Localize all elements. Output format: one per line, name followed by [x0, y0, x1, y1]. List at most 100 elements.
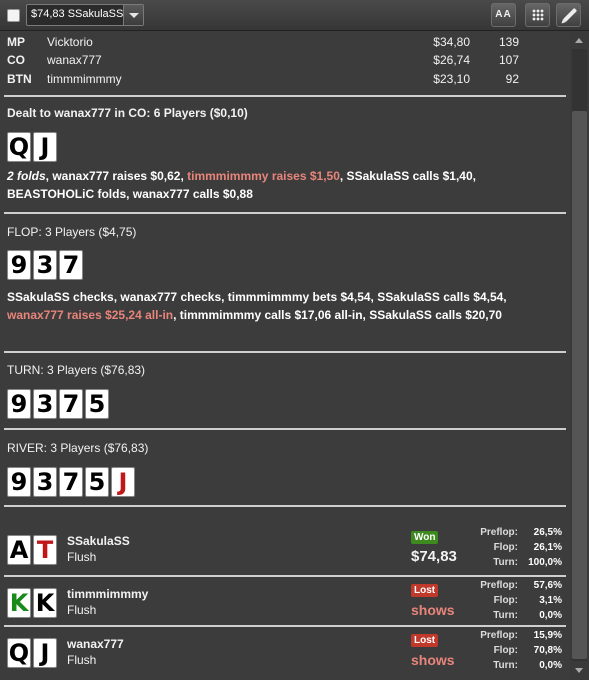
divider: [4, 505, 566, 507]
equity-label: Flop:: [493, 645, 518, 656]
result-badge: Lost: [411, 634, 439, 647]
select-checkbox[interactable]: [7, 9, 20, 22]
player-stack: $23,10: [433, 72, 470, 86]
player-position: MP: [7, 35, 25, 49]
preflop-actions: 2 folds, wanax777 raises $0,62, timmmimm…: [7, 167, 562, 203]
grid-view-button[interactable]: [525, 3, 550, 27]
equity-table: Preflop: 57,6% Flop: 3,1% Turn: 0,0%: [470, 580, 562, 625]
card: 9: [7, 389, 31, 419]
card: A: [7, 535, 31, 565]
vertical-scrollbar[interactable]: [570, 31, 589, 680]
showdown-hand-rank: Flush: [67, 603, 97, 617]
divider: [4, 428, 566, 430]
toolbar: $74,83 SSakulaSS AA: [0, 0, 589, 31]
action-text: , wanax777 raises $0,62,: [45, 169, 188, 183]
equity-turn: 0,0%: [539, 610, 562, 621]
flop-title: FLOP: 3 Players ($4,75): [7, 225, 137, 239]
board-cards: 9 3 7: [7, 250, 83, 280]
card: 7: [59, 250, 83, 280]
player-bb: 139: [498, 35, 519, 49]
showdown-player-name: timmmimmmy: [67, 587, 149, 601]
turn-title: TURN: 3 Players ($76,83): [7, 363, 146, 377]
player-bb: 107: [498, 53, 519, 67]
card: T: [33, 535, 57, 565]
preflop-title: Dealt to wanax777 in CO: 6 Players ($0,1…: [7, 106, 248, 120]
player-bb: 92: [505, 72, 519, 86]
action-text: , timmmimmmy calls $17,06 all-in, SSakul…: [173, 308, 502, 322]
card: 7: [59, 467, 83, 497]
equity-preflop: 57,6%: [533, 580, 562, 591]
board-cards: 9 3 7 5: [7, 389, 109, 419]
board-cards: 9 3 7 5 J: [7, 467, 135, 497]
equity-turn: 0,0%: [539, 660, 562, 671]
card: 7: [59, 389, 83, 419]
showdown-player-name: SSakulaSS: [67, 534, 130, 548]
player-stack: $26,74: [433, 53, 470, 67]
hand-selector-dropdown[interactable]: $74,83 SSakulaSS: [26, 4, 144, 26]
hole-cards: Q J: [7, 132, 57, 162]
showdown-row: K K timmmimmmy Flush Lost shows Preflop:…: [0, 578, 570, 626]
equity-flop: 3,1%: [539, 595, 562, 606]
equity-label: Flop:: [493, 542, 518, 553]
player-row: MP Vicktorio $34,80 139: [0, 33, 566, 51]
card: 3: [33, 389, 57, 419]
showdown-cards: A T: [7, 535, 57, 565]
action-text: SSakulaSS checks, wanax777 checks, timmm…: [7, 290, 507, 304]
card: K: [7, 588, 31, 618]
result-badge: Lost: [411, 584, 439, 597]
font-size-button[interactable]: AA: [491, 3, 516, 27]
showdown-player-name: wanax777: [67, 637, 124, 651]
card: 3: [33, 250, 57, 280]
hand-history-panel: MP Vicktorio $34,80 139 CO wanax777 $26,…: [0, 31, 570, 680]
showdown-cards: K K: [7, 588, 57, 618]
card: J: [33, 638, 57, 668]
equity-flop: 70,8%: [533, 645, 562, 656]
card: Q: [7, 638, 31, 668]
card: J: [111, 467, 135, 497]
action-highlight: timmmimmmy raises $1,50: [187, 169, 340, 183]
equity-preflop: 15,9%: [533, 630, 562, 641]
river-title: RIVER: 3 Players ($76,83): [7, 441, 149, 455]
showdown-hand-rank: Flush: [67, 550, 97, 564]
equity-label: Turn:: [493, 557, 518, 568]
result-badge: Won: [411, 531, 439, 544]
card: Q: [7, 132, 31, 162]
showdown-row: A T SSakulaSS Flush Won $74,83 Preflop: 2…: [0, 525, 570, 573]
action-highlight: wanax777 raises $25,24 all-in: [7, 308, 174, 322]
divider: [4, 95, 566, 97]
equity-turn: 100,0%: [528, 557, 562, 568]
card: 5: [85, 467, 109, 497]
equity-preflop: 26,5%: [533, 527, 562, 538]
scroll-up-arrow-icon[interactable]: [573, 35, 586, 46]
equity-label: Flop:: [493, 595, 518, 606]
flop-actions: SSakulaSS checks, wanax777 checks, timmm…: [7, 288, 562, 324]
divider: [4, 625, 566, 627]
grid-icon: [532, 9, 544, 21]
scrollbar-thumb[interactable]: [572, 111, 587, 659]
equity-label: Turn:: [493, 610, 518, 621]
divider: [4, 575, 566, 577]
player-position: BTN: [7, 72, 32, 86]
edit-button[interactable]: [556, 3, 581, 27]
equity-flop: 26,1%: [533, 542, 562, 553]
showdown-hand-rank: Flush: [67, 653, 97, 667]
chevron-down-icon[interactable]: [123, 5, 143, 25]
card: J: [33, 132, 57, 162]
action-text: 2 folds: [7, 169, 46, 183]
equity-label: Preflop:: [480, 580, 518, 591]
showdown-cards: Q J: [7, 638, 57, 668]
pencil-icon: [562, 7, 578, 23]
player-name: Vicktorio: [47, 35, 93, 49]
divider: [4, 351, 566, 353]
equity-label: Preflop:: [480, 527, 518, 538]
card: 9: [7, 250, 31, 280]
player-row: BTN timmmimmmy $23,10 92: [0, 70, 566, 88]
player-row: CO wanax777 $26,74 107: [0, 51, 566, 69]
equity-table: Preflop: 15,9% Flop: 70,8% Turn: 0,0%: [470, 630, 562, 675]
card: 5: [85, 389, 109, 419]
scroll-down-arrow-icon[interactable]: [573, 665, 586, 676]
player-stack: $34,80: [433, 35, 470, 49]
shows-label: shows: [411, 602, 455, 618]
hand-selector-value: $74,83 SSakulaSS: [31, 8, 124, 20]
card: K: [33, 588, 57, 618]
